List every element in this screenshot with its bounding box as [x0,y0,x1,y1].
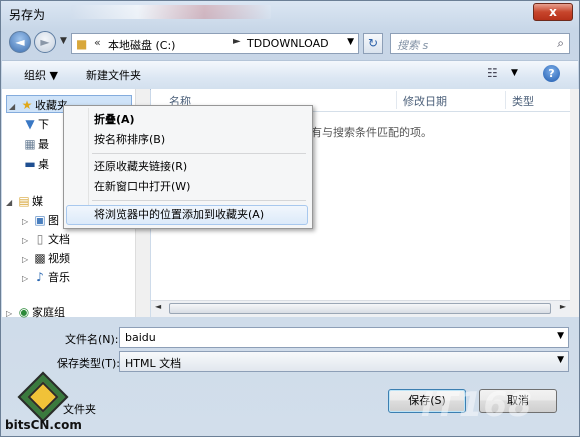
music-icon: ♪ [36,270,44,284]
nav-item-label: 文档 [48,233,70,246]
menu-separator [92,200,306,201]
expand-arrow-icon[interactable]: ▷ [22,251,32,269]
filetype-select[interactable]: HTML 文档 ▼ [119,351,569,372]
star-icon: ★ [21,98,33,112]
address-overflow-chevron[interactable]: « [94,36,101,49]
video-icon: ▩ [34,251,46,265]
address-bar[interactable]: ■ « 本地磁盘 (C:) ► TDDOWNLOAD ▼ [71,33,359,54]
nav-item-label: 桌 [38,158,49,171]
save-as-dialog: 另存为 x ◄ ► ▼ ■ « 本地磁盘 (C:) ► TDDOWNLOAD ▼… [0,0,580,437]
close-button[interactable]: x [533,3,573,21]
navigation-bar: ◄ ► ▼ ■ « 本地磁盘 (C:) ► TDDOWNLOAD ▼ ↻ 搜索 … [1,27,579,59]
back-button[interactable]: ◄ [9,31,31,53]
nav-item-label: 媒 [32,195,43,208]
column-divider[interactable] [505,91,506,109]
nav-item-libraries[interactable]: ◢ ▤ 媒 [6,192,43,210]
nav-item-label: 图 [48,214,59,227]
nav-item-homegroup[interactable]: ▷ ◉ 家庭组 [6,303,65,321]
menu-item-open-new-window[interactable]: 在新窗口中打开(W) [94,178,190,196]
command-toolbar: 组织 ▼ 新建文件夹 ☷ ▼ ? [2,60,578,90]
recent-places-icon: ▦ [24,137,36,151]
homegroup-icon: ◉ [18,305,30,319]
pictures-icon: ▣ [34,213,46,227]
folder-icon: ■ [76,37,88,51]
recent-pages-dropdown-icon[interactable]: ▼ [60,36,67,46]
expand-arrow-icon[interactable]: ▷ [22,232,32,250]
menu-item-collapse[interactable]: 折叠(A) [94,111,135,129]
nav-item-label: 视频 [48,252,70,265]
nav-item-label: 最 [38,138,49,151]
address-dropdown-icon[interactable]: ▼ [347,37,354,47]
filetype-value: HTML 文档 [125,357,182,370]
expand-arrow-icon[interactable]: ▷ [22,213,32,231]
collapse-arrow-icon[interactable]: ◢ [9,98,19,116]
download-folder-icon: ▼ [25,117,35,131]
empty-folder-message: 有与搜索条件匹配的项。 [311,126,432,139]
column-divider[interactable] [396,91,397,109]
refresh-button[interactable]: ↻ [363,33,383,54]
help-icon[interactable]: ? [543,65,560,82]
menu-separator [92,153,306,154]
view-dropdown-icon[interactable]: ▼ [511,68,518,78]
scrollbar-thumb[interactable] [169,303,551,314]
filename-value: baidu [125,331,156,344]
breadcrumb-separator-icon[interactable]: ► [233,36,241,47]
nav-item-videos[interactable]: ▷ ▩ 视频 [22,249,70,267]
nav-item-downloads[interactable]: ▼ 下 [22,115,49,133]
title-bar: 另存为 x [1,1,579,27]
title-bar-glare [71,5,271,19]
new-folder-button[interactable]: 新建文件夹 [86,67,141,83]
menu-item-add-to-favorites[interactable]: 将浏览器中的位置添加到收藏夹(A) [94,206,264,224]
filename-dropdown-icon[interactable]: ▼ [557,331,564,341]
context-menu: 折叠(A) 按名称排序(B) 还原收藏夹链接(R) 在新窗口中打开(W) 将浏览… [63,105,313,229]
filename-field[interactable]: baidu ▼ [119,327,569,348]
documents-icon: ▯ [36,232,44,246]
site-watermark: IT168 [421,385,533,425]
nav-item-label: 家庭组 [32,306,65,319]
menu-item-sort-by-name[interactable]: 按名称排序(B) [94,131,165,149]
window-title: 另存为 [9,8,46,22]
file-list-scrollbar[interactable] [570,89,579,317]
scroll-left-icon[interactable]: ◄ [155,302,161,311]
view-options-icon[interactable]: ☷ [487,66,498,80]
breadcrumb-folder[interactable]: TDDOWNLOAD [247,37,329,50]
nav-item-label: 下 [38,118,49,131]
search-icon[interactable]: ⌕ [557,36,564,51]
horizontal-scrollbar[interactable]: ◄ ► [151,300,570,317]
search-placeholder: 搜索 s [397,39,429,52]
nav-item-label: 音乐 [48,271,70,284]
nav-item-music[interactable]: ▷ ♪ 音乐 [22,268,70,286]
desktop-icon: ▬ [24,157,36,171]
nav-item-recent[interactable]: ▦ 最 [22,135,49,153]
search-input[interactable]: 搜索 s ⌕ [390,33,570,54]
scroll-right-icon[interactable]: ► [560,302,566,311]
nav-item-desktop[interactable]: ▬ 桌 [22,155,49,173]
filetype-label: 保存类型(T): [57,357,121,370]
column-header-date[interactable]: 修改日期 [403,93,447,109]
filename-label: 文件名(N): [65,333,119,346]
expand-arrow-icon[interactable]: ▷ [6,305,16,323]
site-logo: bitsCN.com [3,371,93,435]
nav-item-pictures[interactable]: ▷ ▣ 图 [22,211,59,229]
library-icon: ▤ [18,194,30,208]
logo-text: bitsCN.com [5,418,82,432]
filetype-dropdown-icon[interactable]: ▼ [557,355,564,365]
column-header-type[interactable]: 类型 [512,93,534,109]
organize-button[interactable]: 组织 ▼ [24,67,58,83]
nav-item-documents[interactable]: ▷ ▯ 文档 [22,230,70,248]
expand-arrow-icon[interactable]: ▷ [22,270,32,288]
collapse-arrow-icon[interactable]: ◢ [6,194,16,212]
forward-button[interactable]: ► [34,31,56,53]
breadcrumb-drive[interactable]: 本地磁盘 (C:) [108,37,175,53]
menu-item-restore-favorites[interactable]: 还原收藏夹链接(R) [94,158,187,176]
